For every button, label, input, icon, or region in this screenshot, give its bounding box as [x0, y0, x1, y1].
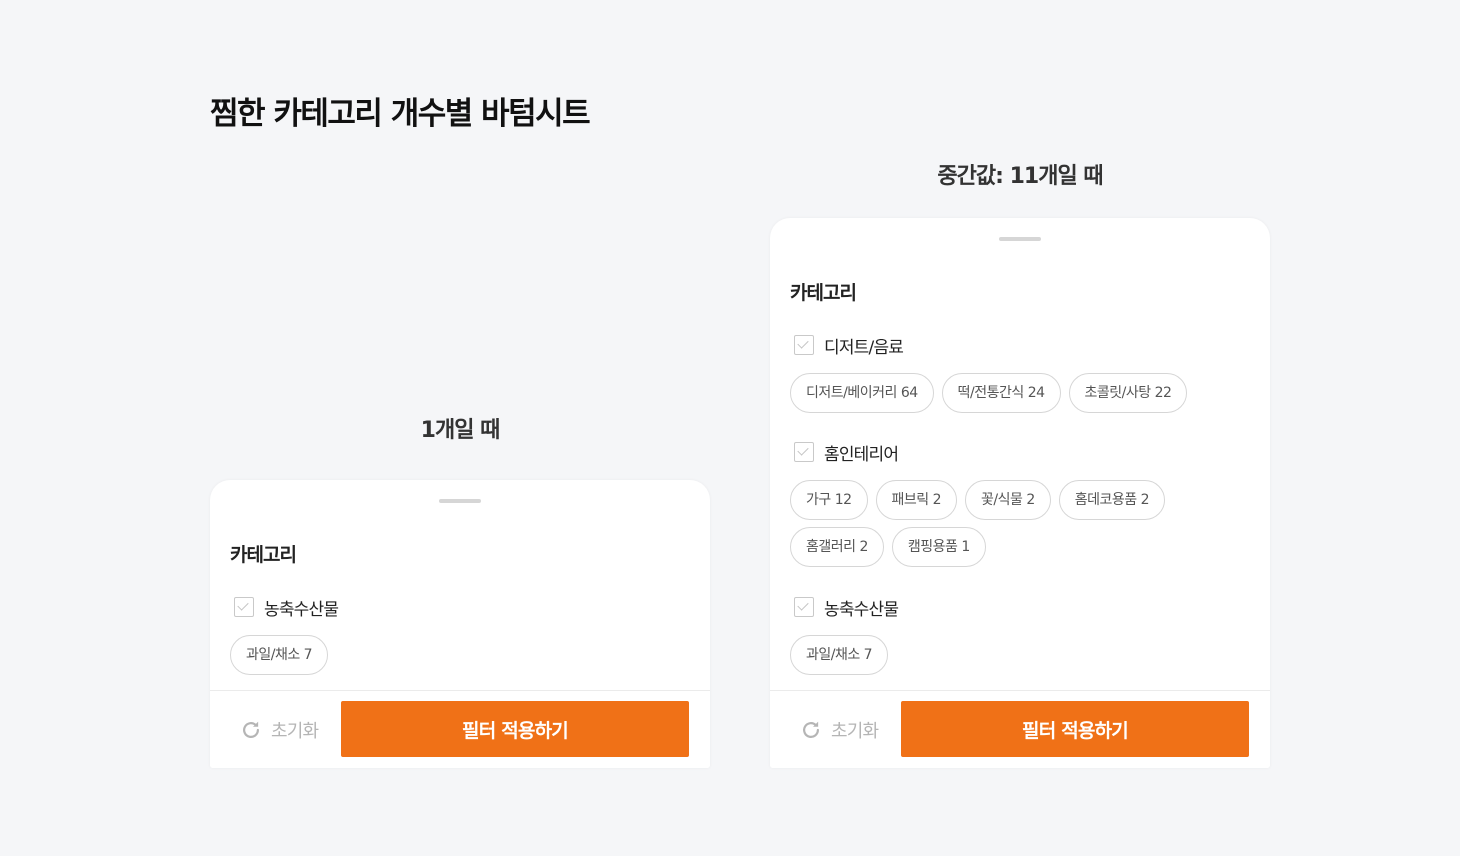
category-group-header[interactable]: 디저트/음료: [794, 332, 1250, 358]
reset-label: 초기화: [831, 721, 879, 742]
apply-filter-button[interactable]: 필터 적용하기: [901, 701, 1249, 757]
reset-label: 초기화: [271, 721, 319, 742]
apply-filter-button[interactable]: 필터 적용하기: [341, 701, 689, 757]
page-title: 찜한 카테고리 개수별 바텀시트: [210, 96, 591, 132]
checkbox-checked-icon[interactable]: [234, 597, 254, 617]
category-group: 홈인테리어 가구 12 패브릭 2 꽃/식물 2 홈데코용품 2 홈갤러리 2 …: [790, 439, 1250, 567]
category-group: 디저트/음료 디저트/베이커리 64 떡/전통간식 24 초콜릿/사탕 22: [790, 332, 1250, 413]
category-chip[interactable]: 패브릭 2: [875, 480, 958, 520]
category-chip[interactable]: 꽃/식물 2: [965, 480, 1051, 520]
drag-handle[interactable]: [999, 237, 1041, 241]
category-group-header[interactable]: 농축수산물: [794, 594, 1250, 620]
checkbox-checked-icon[interactable]: [794, 597, 814, 617]
category-group-header[interactable]: 농축수산물: [234, 594, 690, 620]
category-group-label: 디저트/음료: [824, 337, 904, 358]
category-chip[interactable]: 과일/채소 7: [230, 635, 329, 675]
chip-list: 디저트/베이커리 64 떡/전통간식 24 초콜릿/사탕 22: [790, 373, 1250, 413]
refresh-icon: [243, 721, 259, 738]
category-chip[interactable]: 과일/채소 7: [790, 635, 889, 675]
category-chip[interactable]: 디저트/베이커리 64: [790, 373, 934, 413]
chip-list: 과일/채소 7: [790, 635, 1250, 675]
category-group-label: 홈인테리어: [824, 444, 899, 465]
sheet-footer: 초기화 필터 적용하기: [770, 690, 1270, 768]
chip-list: 가구 12 패브릭 2 꽃/식물 2 홈데코용품 2 홈갤러리 2 캠핑용품 1: [790, 480, 1250, 567]
category-group-label: 농축수산물: [824, 599, 899, 620]
category-chip[interactable]: 떡/전통간식 24: [941, 373, 1061, 413]
reset-button[interactable]: 초기화: [240, 716, 319, 744]
reset-button[interactable]: 초기화: [800, 716, 879, 744]
category-chip[interactable]: 캠핑용품 1: [891, 527, 986, 567]
category-group-label: 농축수산물: [264, 599, 339, 620]
drag-handle[interactable]: [439, 499, 481, 503]
category-chip[interactable]: 가구 12: [790, 480, 868, 520]
category-group: 농축수산물 과일/채소 7: [790, 594, 1250, 675]
caption-eleven-categories: 중간값: 11개일 때: [937, 164, 1103, 189]
checkbox-checked-icon[interactable]: [794, 442, 814, 462]
bottom-sheet-eleven: 카테고리 디저트/음료 디저트/베이커리 64 떡/전통간식 24 초콜릿/사탕…: [770, 218, 1270, 768]
sheet-title: 카테고리: [790, 282, 857, 304]
caption-one-category: 1개일 때: [420, 418, 501, 443]
category-group: 농축수산물 과일/채소 7: [230, 594, 690, 675]
category-chip[interactable]: 홈데코용품 2: [1058, 480, 1166, 520]
category-chip[interactable]: 홈갤러리 2: [790, 527, 884, 567]
chip-list: 과일/채소 7: [230, 635, 690, 675]
bottom-sheet-one: 카테고리 농축수산물 과일/채소 7 초기화 필터 적용하기: [210, 480, 710, 768]
checkbox-checked-icon[interactable]: [794, 335, 814, 355]
category-group-header[interactable]: 홈인테리어: [794, 439, 1250, 465]
sheet-title: 카테고리: [230, 544, 297, 566]
category-chip[interactable]: 초콜릿/사탕 22: [1068, 373, 1188, 413]
sheet-footer: 초기화 필터 적용하기: [210, 690, 710, 768]
refresh-icon: [803, 721, 819, 738]
